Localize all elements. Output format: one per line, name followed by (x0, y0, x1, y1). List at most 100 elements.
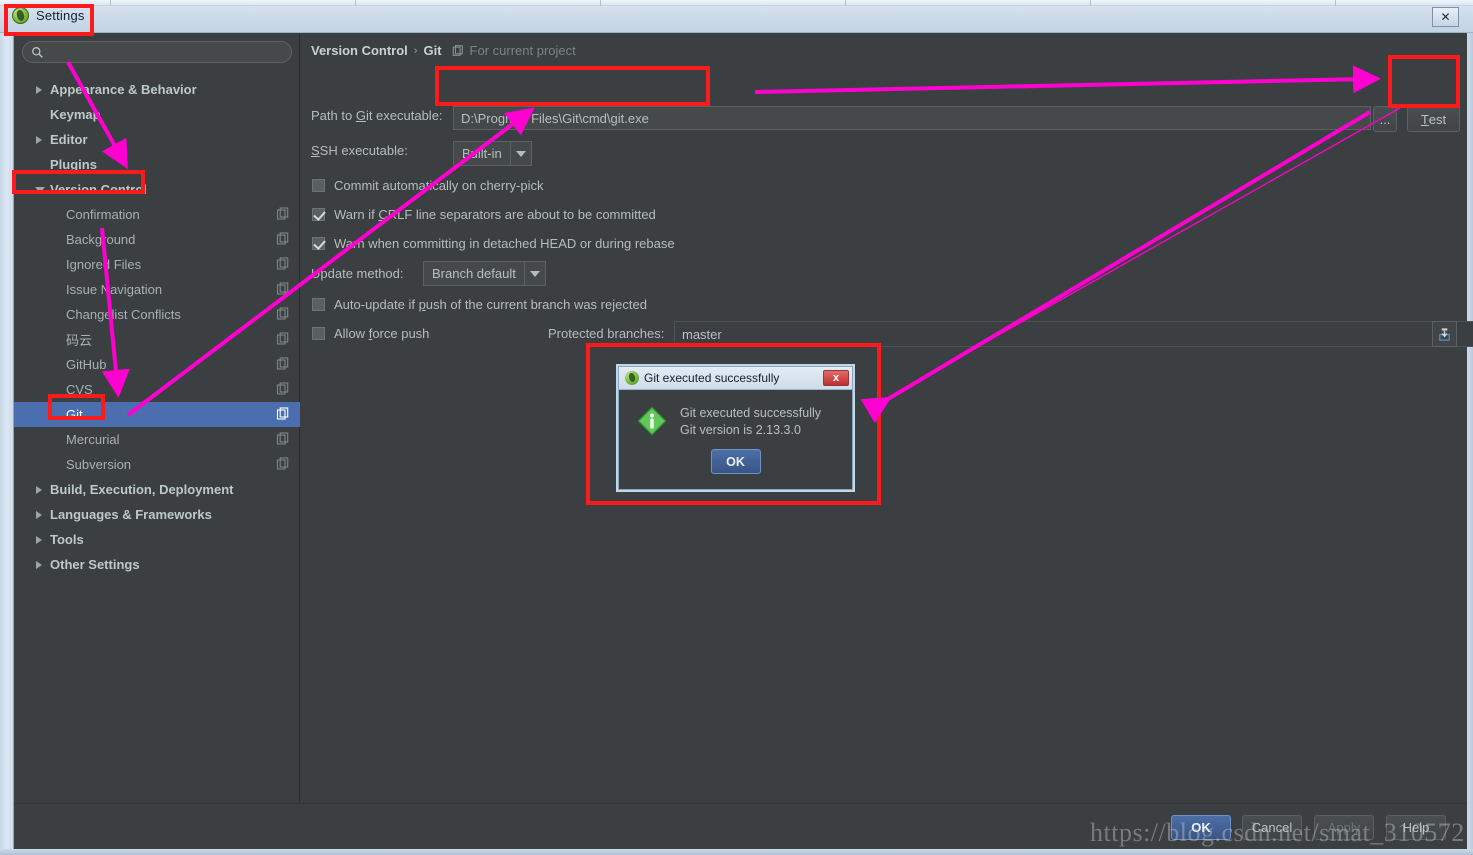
close-icon[interactable]: ✕ (1432, 7, 1459, 27)
sidebar-item-label: Version Control (50, 182, 147, 197)
expand-field-icon[interactable] (1432, 321, 1457, 347)
chevron-right-icon[interactable] (36, 135, 42, 144)
dialog-message-line2: Git version is 2.13.3.0 (680, 423, 801, 437)
sidebar-item-label: GitHub (66, 357, 107, 372)
checkbox-warn-detached-head[interactable]: Warn when committing in detached HEAD or… (312, 236, 675, 251)
sidebar-item-editor[interactable]: Editor (14, 127, 300, 152)
checkbox-box[interactable] (312, 179, 325, 192)
sidebar-item-other-settings[interactable]: Other Settings (14, 552, 300, 577)
git-success-dialog: Git executed successfully x Git executed… (618, 366, 853, 490)
sidebar-item-ignored-files[interactable]: Ignored Files (14, 252, 300, 277)
cancel-button[interactable]: Cancel (1242, 815, 1302, 840)
chevron-down-icon[interactable] (35, 186, 45, 193)
sidebar-item-background[interactable]: Background (14, 227, 300, 252)
window-left-edge (0, 33, 14, 855)
sidebar-item-label: Editor (50, 132, 88, 147)
protected-branches-input[interactable] (674, 321, 1473, 347)
checkbox-box[interactable] (312, 298, 325, 311)
chevron-right-icon[interactable] (36, 85, 42, 94)
ssh-executable-value: Built-in (462, 146, 502, 161)
help-button[interactable]: Help (1386, 815, 1446, 840)
ssh-executable-combo[interactable]: Built-in (453, 141, 532, 166)
apply-button: Apply (1314, 815, 1374, 840)
sidebar-item-mercurial[interactable]: Mercurial (14, 427, 300, 452)
chevron-down-icon (525, 262, 545, 285)
chevron-right-icon[interactable] (36, 485, 42, 494)
checkbox-warn-crlf[interactable]: Warn if CRLF line separators are about t… (312, 207, 656, 222)
project-scope-icon (276, 257, 289, 270)
sidebar-item-github[interactable]: GitHub (14, 352, 300, 377)
sidebar-item-label: CVS (66, 382, 93, 397)
sidebar-item-label: Other Settings (50, 557, 140, 572)
checkbox-label-post: RLF line separators are about to be comm… (387, 207, 656, 222)
ssh-label-post: SH executable: (319, 143, 408, 158)
git-settings-panel: Version Control › Git For current projec… (301, 33, 1473, 803)
sidebar-item-changelist-conflicts[interactable]: Changelist Conflicts (14, 302, 300, 327)
ok-button[interactable]: OK (1171, 815, 1231, 840)
project-scope-icon (276, 407, 289, 420)
sidebar-item-subversion[interactable]: Subversion (14, 452, 300, 477)
browse-button[interactable]: ... (1373, 106, 1397, 132)
checkbox-label-pre: Warn if (334, 207, 379, 222)
git-path-label-post: it executable: (365, 108, 443, 123)
checkbox-label-pre: Allow (334, 326, 369, 341)
sidebar-item-keymap[interactable]: Keymap (14, 102, 300, 127)
sidebar-item-version-control[interactable]: Version Control (14, 177, 300, 202)
test-button[interactable]: Test (1407, 106, 1460, 132)
search-input[interactable] (44, 44, 269, 60)
git-path-label-mnemonic: G (355, 108, 366, 123)
sidebar-item-label: Changelist Conflicts (66, 307, 181, 322)
checkbox-label-pre: Auto-update if (334, 297, 419, 312)
project-scope-icon (276, 332, 289, 345)
update-method-label: Update method: (311, 266, 404, 281)
project-scope-icon (276, 232, 289, 245)
titlebar-strip (0, 0, 1473, 6)
breadcrumb-scope-note: For current project (469, 43, 576, 58)
sidebar-item-label: Background (66, 232, 136, 247)
checkbox-box[interactable] (312, 327, 325, 340)
sidebar-item-git[interactable]: Git (14, 402, 300, 427)
chevron-down-icon (511, 142, 531, 165)
sidebar-item-languages-frameworks[interactable]: Languages & Frameworks (14, 502, 300, 527)
git-path-input[interactable] (453, 106, 1371, 130)
checkbox-box[interactable] (312, 237, 325, 250)
sidebar-item-appearance-behavior[interactable]: Appearance & Behavior (14, 77, 300, 102)
sidebar-item-label: Ignored Files (66, 257, 142, 272)
sidebar-item-label: Subversion (66, 457, 132, 472)
sidebar-item-confirmation[interactable]: Confirmation (14, 202, 300, 227)
sidebar-item-label: Confirmation (66, 207, 140, 222)
sidebar-item-build-execution-deployment[interactable]: Build, Execution, Deployment (14, 477, 300, 502)
sidebar-item-cvs[interactable]: CVS (14, 377, 300, 402)
settings-sidebar: Appearance & Behavior Keymap Editor Plugins… (14, 33, 300, 849)
checkbox-label-post: ush of the current branch was rejected (425, 297, 647, 312)
dialog-ok-button[interactable]: OK (710, 449, 761, 474)
update-method-combo[interactable]: Branch default (423, 261, 546, 286)
sidebar-item-[interactable]: 码云 (14, 327, 300, 352)
android-studio-icon (12, 7, 29, 24)
checkbox-auto-update-push[interactable]: Auto-update if push of the current branc… (312, 297, 647, 312)
test-button-mnemonic: T (1420, 111, 1429, 127)
sidebar-item-tools[interactable]: Tools (14, 527, 300, 552)
sidebar-item-issue-navigation[interactable]: Issue Navigation (14, 277, 300, 302)
window-bottom-edge (0, 849, 1473, 855)
checkbox-box[interactable] (312, 208, 325, 221)
dialog-message-line1: Git executed successfully (680, 406, 822, 420)
sidebar-search[interactable] (22, 41, 292, 63)
checkbox-label-mnemonic: p (418, 297, 426, 312)
breadcrumb-section[interactable]: Version Control (311, 43, 408, 58)
protected-branches-label: Protected branches: (548, 326, 665, 341)
sidebar-item-label: Tools (50, 532, 84, 547)
chevron-right-icon[interactable] (36, 560, 42, 569)
checkbox-allow-force-push[interactable]: Allow force push (312, 326, 429, 341)
chevron-right-icon[interactable] (36, 535, 42, 544)
checkbox-label: Warn when committing in detached HEAD or… (334, 236, 675, 251)
sidebar-item-plugins[interactable]: Plugins (14, 152, 300, 177)
checkbox-commit-cherry-pick[interactable]: Commit automatically on cherry-pick (312, 178, 544, 193)
close-icon[interactable]: x (823, 370, 849, 386)
search-icon (32, 46, 43, 58)
chevron-right-icon[interactable] (36, 510, 42, 519)
settings-window: Settings ✕ Appearance & Behavior Keymap Ed… (0, 0, 1473, 855)
project-scope-icon (276, 282, 289, 295)
git-path-label-pre: Path to (311, 108, 356, 123)
sidebar-item-label: Git (66, 407, 83, 422)
